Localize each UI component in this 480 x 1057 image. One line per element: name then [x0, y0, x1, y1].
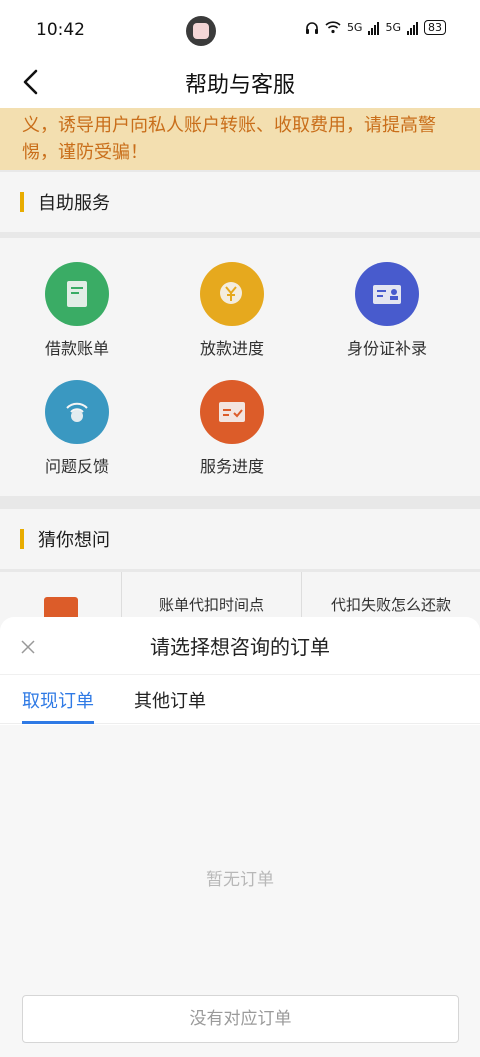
status-time: 10:42 [36, 20, 85, 40]
wifi-icon [325, 21, 341, 34]
battery-level: 83 [424, 20, 446, 35]
page-title: 帮助与客服 [184, 73, 295, 98]
active-tab-indicator [22, 721, 94, 724]
no-matching-order-button[interactable]: 没有对应订单 [22, 995, 459, 1043]
header: 帮助与客服 [0, 56, 480, 108]
signal-icon [368, 21, 380, 35]
order-list: 暂无订单 没有对应订单 [0, 725, 480, 1057]
order-tabs: 取现订单 其他订单 [0, 674, 480, 724]
network-5g-label-2: 5G [385, 21, 401, 34]
app-notification-icon [186, 16, 216, 46]
tab-other-orders[interactable]: 其他订单 [134, 687, 206, 713]
tab-cash-orders[interactable]: 取现订单 [22, 687, 94, 713]
order-select-sheet: 请选择想咨询的订单 取现订单 其他订单 暂无订单 没有对应订单 [0, 617, 480, 1057]
empty-state-text: 暂无订单 [206, 870, 274, 890]
status-icons: 5G 5G 83 [305, 20, 446, 35]
signal-icon-2 [407, 21, 418, 35]
network-5g-label: 5G [346, 21, 363, 34]
status-bar: 10:42 5G 5G 83 [0, 0, 480, 56]
sheet-title: 请选择想咨询的订单 [150, 635, 330, 659]
headphones-icon [305, 21, 318, 34]
